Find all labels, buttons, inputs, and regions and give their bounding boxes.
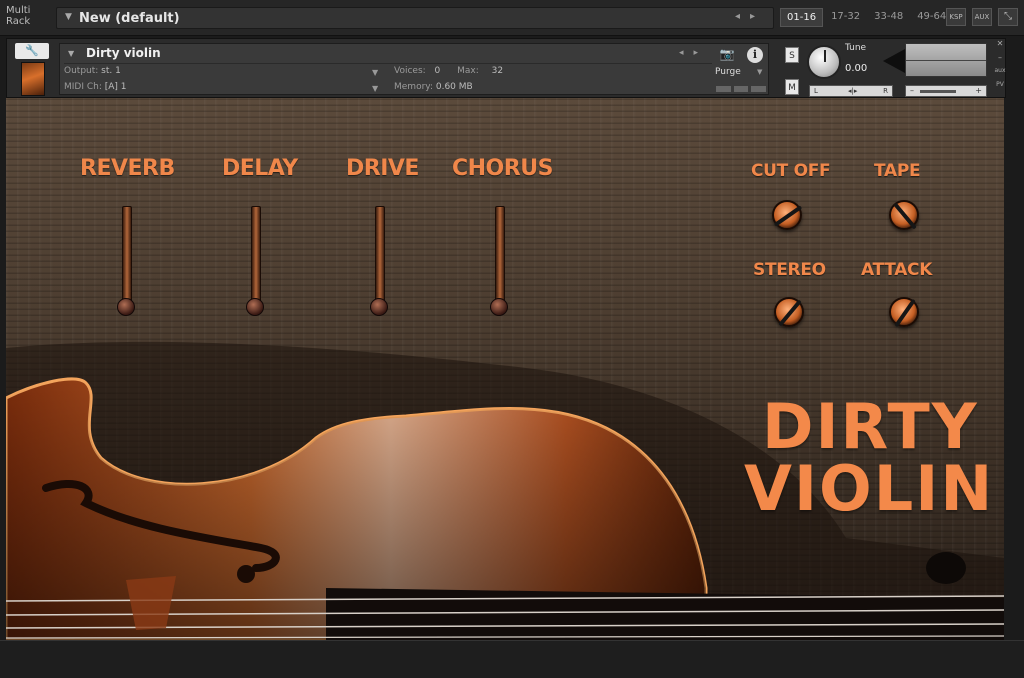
delay-fader-handle[interactable] bbox=[246, 298, 264, 316]
delay-fader-track[interactable] bbox=[251, 206, 261, 302]
aux-toggle[interactable]: aux bbox=[993, 67, 1007, 79]
midi-label: MIDI Ch: bbox=[64, 82, 102, 92]
tune-knob[interactable] bbox=[807, 45, 841, 79]
bottom-bar bbox=[0, 640, 1024, 678]
voices-row: Voices: 0 Max: 32 bbox=[394, 66, 694, 81]
minus-icon: – bbox=[910, 86, 914, 95]
level-meters bbox=[716, 86, 767, 92]
max-voices-value[interactable]: 32 bbox=[492, 66, 503, 76]
aux-button[interactable]: AUX bbox=[972, 8, 992, 26]
tune-value: 0.00 bbox=[845, 63, 868, 74]
chorus-label: CHORUS bbox=[452, 156, 553, 181]
memory-label: Memory: bbox=[394, 82, 433, 92]
collapse-icon[interactable]: ⤡ bbox=[998, 8, 1018, 26]
stereo-label: STEREO bbox=[753, 260, 826, 280]
instrument-name: Dirty violin bbox=[86, 46, 161, 60]
caret-down-icon[interactable]: ▼ bbox=[68, 49, 74, 58]
attack-label: ATTACK bbox=[861, 260, 933, 280]
instrument-header: 🔧 ▼ Dirty violin ◂▸ Output: st. 1 ▼ MIDI… bbox=[6, 38, 1006, 98]
memory-row: Memory: 0.60 MB bbox=[394, 82, 694, 97]
instrument-thumbnail bbox=[21, 62, 45, 96]
midi-value: [A] 1 bbox=[104, 82, 127, 92]
solo-button[interactable]: S bbox=[785, 47, 799, 63]
volume-slider[interactable]: – + bbox=[905, 85, 987, 97]
stereo-knob[interactable] bbox=[774, 297, 804, 327]
rack-pages: 01-16 17-32 33-48 49-64 bbox=[780, 8, 952, 28]
title-line-2: VIOLIN bbox=[744, 452, 995, 525]
mute-button[interactable]: M bbox=[785, 79, 799, 95]
purge-menu[interactable]: Purge ▼ bbox=[715, 67, 765, 79]
pan-right-label: R bbox=[883, 87, 888, 95]
rack-name-field[interactable]: ▼ New (default) ◂▸ bbox=[56, 7, 774, 29]
rack-page-tab[interactable]: 33-48 bbox=[868, 8, 909, 27]
rack-nav-arrows[interactable]: ◂▸ bbox=[735, 11, 765, 22]
drive-label: DRIVE bbox=[346, 156, 419, 181]
title-line-1: DIRTY bbox=[762, 390, 979, 463]
max-label: Max: bbox=[457, 66, 479, 76]
output-value: st. 1 bbox=[101, 66, 121, 76]
drive-fader-track[interactable] bbox=[375, 206, 385, 302]
pan-slider[interactable]: L ◂|▸ R bbox=[809, 85, 893, 97]
attack-knob[interactable] bbox=[889, 297, 919, 328]
output-row[interactable]: Output: st. 1 ▼ bbox=[64, 66, 384, 81]
ksp-button[interactable]: KSP bbox=[946, 8, 966, 26]
info-icon[interactable]: i bbox=[747, 47, 763, 63]
cutoff-knob[interactable] bbox=[772, 200, 803, 230]
reverb-fader-handle[interactable] bbox=[117, 298, 135, 316]
tune-label: Tune bbox=[845, 43, 867, 53]
chorus-fader-handle[interactable] bbox=[490, 298, 508, 316]
cutoff-label: CUT OFF bbox=[751, 161, 831, 181]
output-label: Output: bbox=[64, 66, 99, 76]
rack-page-tab[interactable]: 01-16 bbox=[780, 8, 824, 27]
tape-label: TAPE bbox=[874, 161, 921, 181]
rack-page-tab[interactable]: 17-32 bbox=[825, 8, 866, 27]
multi-label: Multi bbox=[6, 5, 31, 16]
volume-fill bbox=[920, 90, 956, 93]
tape-knob[interactable] bbox=[889, 200, 919, 230]
chorus-fader-track[interactable] bbox=[495, 206, 505, 302]
delay-label: DELAY bbox=[222, 156, 298, 181]
rack-label: Rack bbox=[6, 16, 31, 27]
caret-down-icon[interactable]: ▼ bbox=[757, 68, 762, 76]
instrument-panel: REVERB DELAY DRIVE CHORUS CUT OFF TAPE S… bbox=[6, 98, 1004, 640]
close-icon[interactable]: ✕ bbox=[993, 39, 1007, 51]
pv-toggle[interactable]: PV bbox=[993, 81, 1007, 93]
instrument-nav-arrows[interactable]: ◂▸ bbox=[679, 48, 708, 58]
multi-rack-bar: Multi Rack ▼ New (default) ◂▸ 01-16 17-3… bbox=[0, 0, 1024, 36]
instrument-title: DIRTY VIOLIN bbox=[744, 396, 994, 520]
voices-label: Voices: bbox=[394, 66, 426, 76]
plus-icon: + bbox=[975, 86, 982, 95]
wrench-icon[interactable]: 🔧 bbox=[15, 43, 49, 59]
camera-icon[interactable]: 📷 bbox=[714, 47, 740, 63]
caret-down-icon[interactable]: ▼ bbox=[65, 12, 72, 22]
voices-value: 0 bbox=[434, 66, 441, 76]
reverb-fader-track[interactable] bbox=[122, 206, 132, 302]
instrument-name-field[interactable]: ▼ Dirty violin ◂▸ bbox=[64, 46, 712, 64]
instrument-info-panel: ▼ Dirty violin ◂▸ Output: st. 1 ▼ MIDI C… bbox=[59, 43, 769, 95]
pan-center-icon: ◂|▸ bbox=[848, 87, 858, 95]
volume-pointer-icon bbox=[883, 49, 905, 73]
purge-label: Purge bbox=[715, 67, 741, 77]
reverb-label: REVERB bbox=[80, 156, 175, 181]
rack-name: New (default) bbox=[79, 11, 180, 26]
caret-down-icon[interactable]: ▼ bbox=[372, 68, 378, 77]
memory-value: 0.60 MB bbox=[435, 82, 473, 92]
multi-rack-label: Multi Rack bbox=[6, 5, 30, 27]
midi-row[interactable]: MIDI Ch: [A] 1 ▼ bbox=[64, 82, 384, 97]
caret-down-icon[interactable]: ▼ bbox=[372, 84, 378, 93]
drive-fader-handle[interactable] bbox=[370, 298, 388, 316]
pan-left-label: L bbox=[814, 87, 818, 95]
volume-meter bbox=[905, 43, 987, 77]
minimize-icon[interactable]: – bbox=[993, 53, 1007, 65]
